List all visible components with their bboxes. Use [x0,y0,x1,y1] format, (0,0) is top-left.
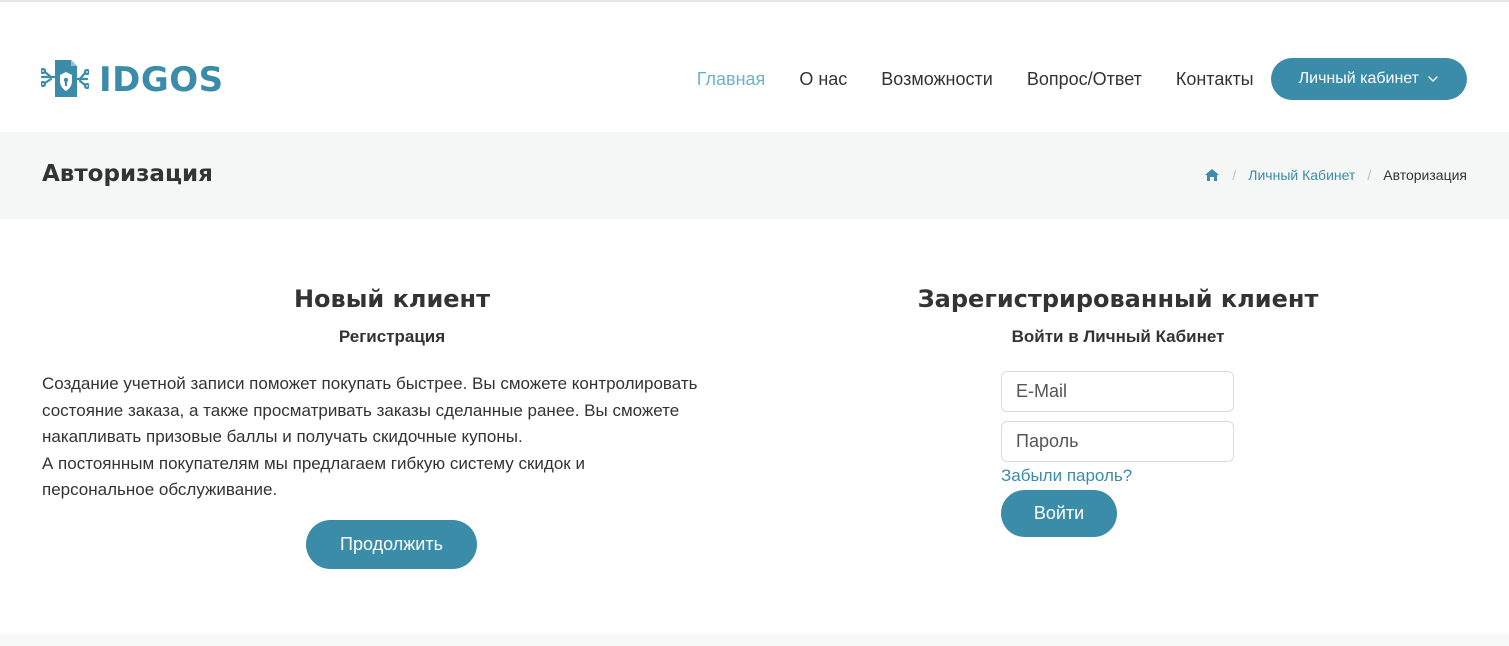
brand-name: IDGOS [99,60,224,100]
description-line: накапливать призовые баллы и получать ск… [42,427,523,446]
login-button[interactable]: Войти [1001,490,1117,537]
nav-item-about[interactable]: О нас [799,58,847,100]
password-field[interactable] [1001,421,1234,462]
logo[interactable]: IDGOS [41,57,224,103]
site-header: IDGOS Главная О нас Возможности Вопрос/О… [0,2,1509,132]
nav-item-contacts[interactable]: Контакты [1176,58,1254,100]
registered-client-section: Зарегистрированный клиент Войти в Личный… [880,285,1356,537]
main-nav: Главная О нас Возможности Вопрос/Ответ К… [663,58,1467,100]
chevron-down-icon [1428,76,1438,82]
new-client-section: Новый клиент Регистрация Создание учетно… [42,285,742,569]
registration-subtitle: Регистрация [338,327,446,346]
description-line: состояние заказа, а также просматривать … [42,400,680,420]
breadcrumb-separator: / [1232,167,1237,183]
email-field[interactable] [1001,371,1234,412]
new-client-title: Новый клиент [293,285,491,313]
breadcrumb-current: Авторизация [1383,167,1467,183]
forgot-password-link[interactable]: Забыли пароль? [1001,466,1234,486]
cabinet-dropdown-button[interactable]: Личный кабинет [1270,58,1467,100]
login-subtitle: Войти в Личный Кабинет [1011,327,1225,346]
description-line: Создание учетной записи поможет покупать… [42,374,698,393]
home-icon[interactable] [1204,167,1220,183]
registration-description: Создание учетной записи поможет покупать… [42,371,742,504]
login-form: Забыли пароль? Войти [1001,371,1234,537]
continue-button[interactable]: Продолжить [306,520,477,569]
breadcrumb-cabinet[interactable]: Личный Кабинет [1248,167,1355,183]
footer-strip [0,634,1509,646]
cabinet-button-label: Личный кабинет [1298,70,1419,87]
logo-icon [41,60,89,97]
description-line: персональное обслуживание. [42,480,278,499]
breadcrumb: / Личный Кабинет / Авторизация [1204,167,1467,183]
nav-item-faq[interactable]: Вопрос/Ответ [1027,58,1142,100]
breadcrumb-separator: / [1367,167,1372,183]
page-title: Авторизация [42,161,213,187]
nav-item-features[interactable]: Возможности [881,58,993,100]
registered-client-title: Зарегистрированный клиент [917,285,1319,313]
description-line: А постоянным покупателям мы предлагаем г… [42,453,585,473]
nav-item-home[interactable]: Главная [697,58,766,100]
page-title-bar: Авторизация / Личный Кабинет / Авторизац… [0,132,1509,219]
